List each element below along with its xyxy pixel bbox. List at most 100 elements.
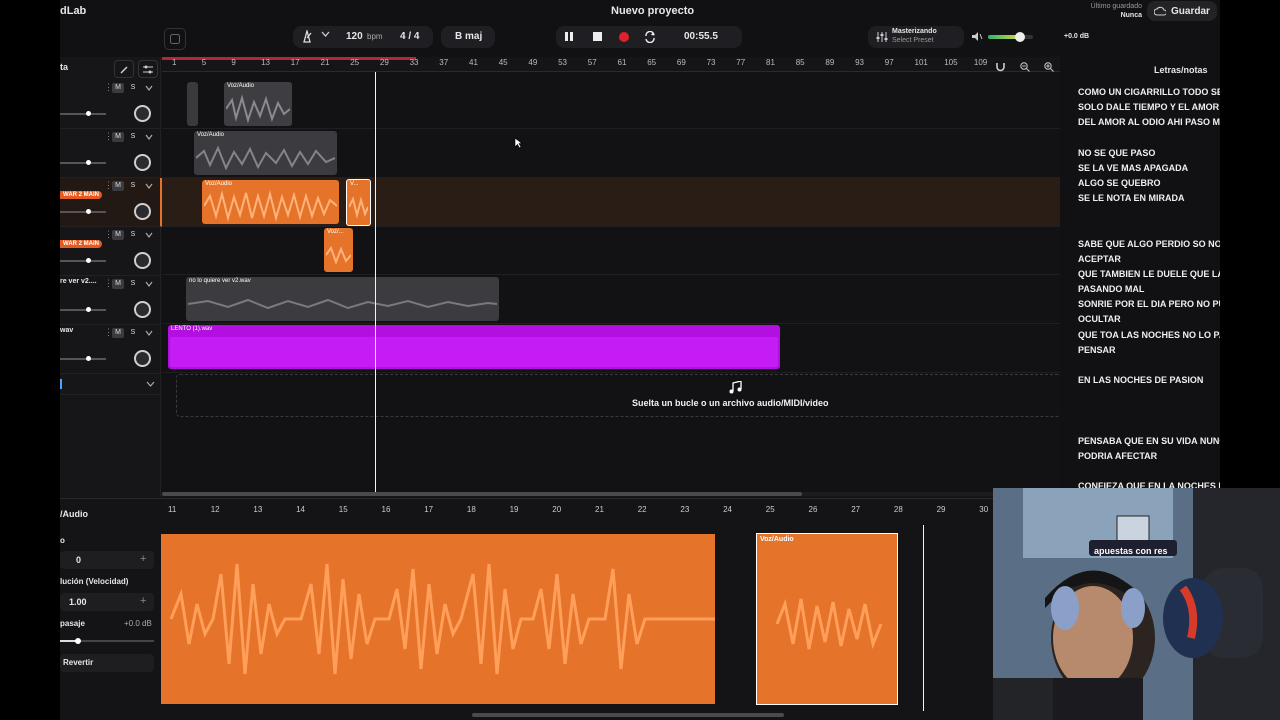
pan-slider-thumb[interactable] (75, 638, 81, 644)
master-volume-thumb[interactable] (1015, 32, 1026, 42)
mute-button[interactable]: M (112, 230, 124, 240)
track-header[interactable]: re ver v2.... ⋮ M S (60, 276, 160, 325)
solo-button[interactable]: S (127, 132, 139, 142)
add-track-row[interactable] (60, 376, 160, 395)
mute-button[interactable]: M (112, 83, 124, 93)
solo-button[interactable]: S (127, 181, 139, 191)
track-header[interactable]: ⋮ M S (60, 129, 160, 178)
speed-input[interactable]: 1.00 + (60, 593, 154, 611)
track-volume-thumb[interactable] (86, 160, 91, 165)
tracks-settings-button[interactable] (138, 60, 158, 78)
audio-clip[interactable]: LENTO (1).wav (168, 325, 780, 369)
zoom-out-icon[interactable] (1020, 62, 1030, 72)
track-volume-slider[interactable] (60, 260, 106, 262)
solo-button[interactable]: S (127, 279, 139, 289)
lyrics-text[interactable]: COMO UN CIGARRILLO TODO SE SOLO DALE TIEM… (1060, 57, 1220, 497)
save-button[interactable]: Guardar (1147, 1, 1217, 21)
arrangement-scrollbar[interactable] (162, 492, 1060, 496)
time-signature[interactable]: 4 / 4 (400, 31, 419, 42)
chevron-down-icon[interactable] (145, 131, 153, 143)
track-header[interactable]: ⋮ M S (60, 80, 160, 129)
track-volume-slider[interactable] (60, 113, 106, 115)
pan-slider[interactable] (60, 638, 154, 644)
chevron-down-icon[interactable] (145, 229, 153, 241)
track-name[interactable]: wav (60, 327, 73, 334)
editor-playhead[interactable] (923, 525, 924, 711)
mute-button[interactable]: M (112, 328, 124, 338)
audio-clip[interactable]: no lo quiere ver v2.wav (186, 277, 499, 321)
editor-clip[interactable] (161, 534, 715, 704)
zoom-in-icon[interactable] (1044, 62, 1054, 72)
track-volume-thumb[interactable] (86, 111, 91, 116)
solo-button[interactable]: S (127, 230, 139, 240)
chevron-down-icon[interactable] (145, 82, 153, 94)
track-volume-thumb[interactable] (86, 307, 91, 312)
track-volume-thumb[interactable] (86, 209, 91, 214)
editor-ruler-tick: 24 (723, 505, 732, 514)
loop-button[interactable] (644, 31, 656, 43)
key-selector[interactable]: B maj (441, 26, 495, 48)
field1-input[interactable]: 0 + (60, 551, 154, 569)
editor-ruler[interactable]: 11 12 13 14 15 16 17 18 19 20 21 22 23 24 25 26 27 28 29 30 (160, 499, 1060, 519)
solo-button[interactable]: S (127, 83, 139, 93)
track-header[interactable]: wav ⋮ M S (60, 325, 160, 374)
chevron-down-icon[interactable] (145, 278, 153, 290)
track-header[interactable]: ⋮ M S WAR 2 MAIN (60, 178, 162, 227)
speaker-icon[interactable] (971, 31, 983, 42)
plus-icon[interactable]: + (140, 595, 146, 607)
track-volume-slider[interactable] (60, 211, 106, 213)
audio-clip-selected[interactable]: Voz/Audio (202, 180, 339, 224)
pan-knob[interactable] (134, 105, 151, 122)
track-header[interactable]: ⋮ M S WAR 2 MAIN (60, 227, 160, 276)
magnet-icon[interactable] (996, 62, 1005, 72)
audio-clip[interactable]: Voz/... (324, 228, 353, 272)
chevron-down-icon[interactable] (321, 31, 330, 37)
track-volume-thumb[interactable] (86, 258, 91, 263)
audio-clip-selected[interactable]: V... (346, 179, 371, 226)
editor-ruler-tick: 17 (424, 505, 434, 514)
record-button[interactable] (618, 31, 630, 43)
field1-label: o (60, 536, 65, 545)
track-volume-slider[interactable] (60, 162, 106, 164)
revert-button[interactable]: Revertir (60, 654, 154, 672)
arrangement-view[interactable]: Voz/Audio Voz/Audio Voz/Audio V... Voz/.… (162, 72, 1062, 496)
wrench-button[interactable] (114, 60, 134, 78)
pan-knob[interactable] (134, 203, 151, 220)
mute-button[interactable]: M (112, 181, 124, 191)
drop-zone[interactable]: Suelta un bucle o un archivo audio/MIDI/… (176, 374, 1062, 417)
scrollbar-thumb[interactable] (162, 492, 802, 496)
pause-button[interactable] (564, 31, 574, 42)
audio-clip[interactable]: Voz/Audio (224, 82, 292, 126)
track-lane[interactable] (162, 80, 1060, 129)
plus-icon[interactable]: + (140, 553, 146, 565)
mute-button[interactable]: M (112, 279, 124, 289)
chevron-down-icon[interactable] (145, 327, 153, 339)
pan-knob[interactable] (134, 301, 151, 318)
solo-button[interactable]: S (127, 328, 139, 338)
pan-knob[interactable] (134, 252, 151, 269)
stop-button[interactable] (592, 31, 603, 42)
loop-region[interactable] (162, 57, 416, 60)
editor-scrollbar[interactable] (472, 713, 784, 717)
audio-clip[interactable] (187, 82, 198, 126)
panel-toggle-button[interactable] (164, 28, 186, 50)
metronome-icon[interactable] (301, 30, 313, 43)
chevron-down-icon[interactable] (146, 381, 155, 387)
pan-knob[interactable] (134, 154, 151, 171)
track-lane[interactable] (162, 226, 1060, 275)
track-name[interactable]: re ver v2.... (60, 278, 97, 285)
track-volume-thumb[interactable] (86, 356, 91, 361)
chevron-down-icon[interactable] (145, 180, 153, 192)
track-volume-slider[interactable] (60, 309, 106, 311)
editor-clip-selected[interactable]: Voz/Audio (756, 533, 898, 705)
playhead[interactable] (375, 72, 376, 496)
track-volume-slider[interactable] (60, 358, 106, 360)
mastering-button[interactable]: Masterizando Select Preset (868, 26, 964, 48)
audio-clip[interactable]: Voz/Audio (194, 131, 337, 175)
mute-button[interactable]: M (112, 132, 124, 142)
timeline-ruler[interactable]: 1 5 9 13 17 21 25 29 33 37 41 45 49 53 57 61 65 69 73 77 81 8… (162, 57, 1060, 72)
bpm-value[interactable]: 120 (346, 31, 363, 42)
pan-knob[interactable] (134, 350, 151, 367)
master-volume-slider[interactable] (988, 32, 1033, 42)
project-title[interactable]: Nuevo proyecto (611, 5, 694, 17)
